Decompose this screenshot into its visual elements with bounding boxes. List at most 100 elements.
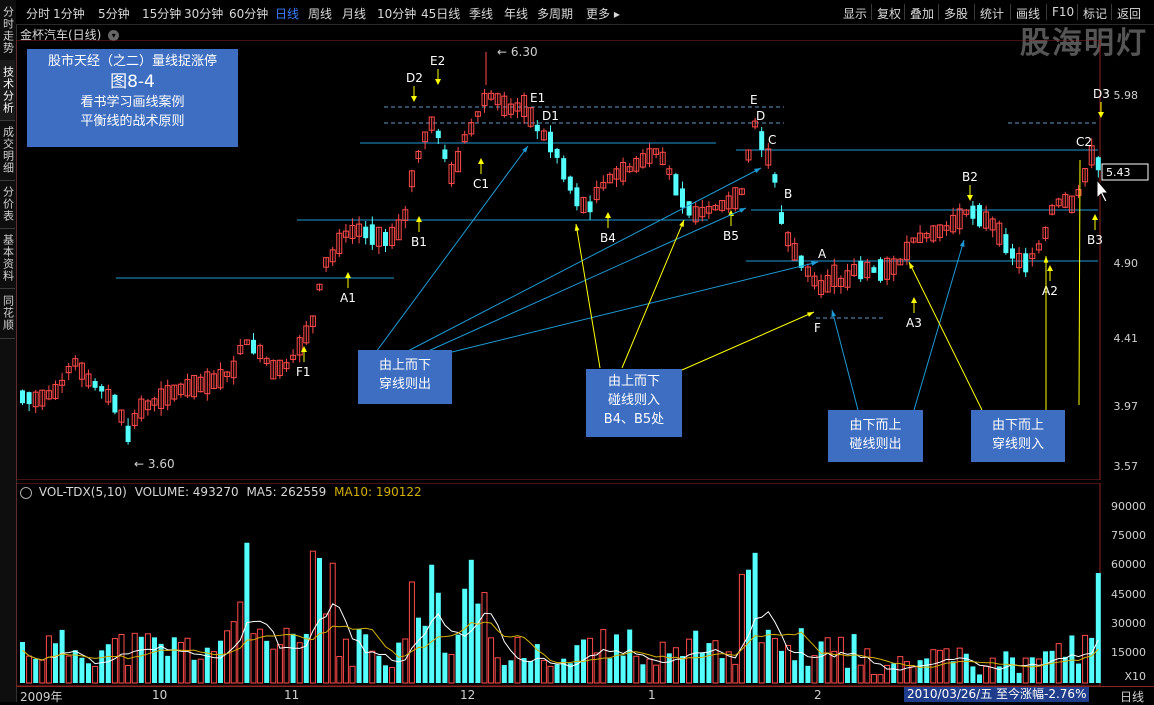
volume-bar <box>99 650 105 683</box>
volume-bar <box>1022 657 1029 684</box>
period-tab-5[interactable]: 60分钟 <box>229 5 268 22</box>
period-tab-8[interactable]: 月线 <box>342 5 366 22</box>
callout-arrow <box>451 261 819 353</box>
point-label-D2: D2 <box>406 71 423 85</box>
volume-bar <box>818 641 824 683</box>
side-tabs: 分时走势 技术分析 成交明细 分价表 基本资料 同花顺 <box>0 0 17 702</box>
volume-bar <box>851 634 857 683</box>
callout-text: 碰线则入 <box>607 393 660 408</box>
x-axis-period-label: 日线 <box>1119 690 1144 704</box>
yellow-arrow-head <box>435 79 441 85</box>
side-tab-2[interactable]: 成交明细 <box>0 120 15 181</box>
volume-bar <box>1035 658 1042 684</box>
tool-button-0[interactable]: 显示 <box>843 5 867 22</box>
volume-bar <box>758 642 765 684</box>
period-tab-12[interactable]: 年线 <box>504 5 528 22</box>
yellow-arrow-head <box>1092 214 1098 220</box>
period-tab-7[interactable]: 周线 <box>308 5 332 22</box>
tool-button-6[interactable]: F10 <box>1052 5 1074 19</box>
side-tab-3[interactable]: 分价表 <box>0 180 15 229</box>
period-tab-0[interactable]: 分时 <box>26 5 50 22</box>
period-tab-3[interactable]: 15分钟 <box>142 5 181 22</box>
yellow-arrow-head <box>345 272 351 278</box>
volume-bar <box>408 581 415 684</box>
callout-cross-down-exit: 由上而下 穿线则出 <box>358 350 452 404</box>
x-axis-label: 10 <box>152 688 168 702</box>
period-tab-4[interactable]: 30分钟 <box>184 5 223 22</box>
volume-bar <box>746 569 751 683</box>
volume-bar <box>171 637 177 683</box>
volume-bar <box>970 666 976 683</box>
period-tab-13[interactable]: 多周期 <box>537 5 573 22</box>
callout-text: 穿线则出 <box>378 377 431 392</box>
volume-axis-label: 60000 <box>1111 558 1146 571</box>
side-tab-1[interactable]: 技术分析 <box>0 60 15 121</box>
volume-bar <box>131 632 138 684</box>
mouse-cursor-icon <box>1096 178 1110 203</box>
volume-bar <box>383 665 388 683</box>
yellow-arrow-head <box>967 195 973 201</box>
tool-button-4[interactable]: 统计 <box>980 5 1004 22</box>
volume-bar <box>547 665 554 684</box>
period-tab-10[interactable]: 45日线 <box>421 5 460 22</box>
volume-bar <box>494 657 501 684</box>
volume-bar <box>468 559 474 683</box>
high-label: ← 6.30 <box>497 45 538 59</box>
point-label-A1: A1 <box>340 291 356 305</box>
volume-bar <box>924 658 930 683</box>
period-tab-11[interactable]: 季线 <box>469 5 493 22</box>
volume-bar <box>356 629 362 683</box>
x-axis-label: 11 <box>284 688 300 702</box>
candle-body <box>977 204 982 227</box>
volume-bar <box>620 655 626 683</box>
volume-bar <box>719 658 725 683</box>
candle-body <box>871 267 877 273</box>
candle-body <box>574 187 580 207</box>
price-axis-label: 4.41 <box>1114 332 1139 345</box>
volume-bar <box>640 664 646 683</box>
side-tab-0[interactable]: 分时走势 <box>0 0 15 61</box>
volume-bar <box>732 663 739 684</box>
tool-button-2[interactable]: 叠加 <box>910 5 934 22</box>
volume-bar <box>540 659 547 684</box>
period-tab-1[interactable]: 1分钟 <box>53 5 85 22</box>
side-tab-4[interactable]: 基本资料 <box>0 228 15 289</box>
volume-bar <box>910 666 917 684</box>
x-axis-label: 2009年 <box>20 690 63 704</box>
period-tab-14[interactable]: 更多 ▸ <box>586 5 620 22</box>
volume-bar <box>765 629 771 683</box>
callout-arrow <box>831 309 859 411</box>
callout-arrow-head <box>739 208 746 213</box>
volume-indicator-name[interactable]: VOL-TDX(5,10) <box>39 485 127 499</box>
volume-bar <box>1010 657 1015 683</box>
chart-title-box: 股市天经（之二）量线捉涨停 图8-4 看书学习画线案例 平衡线的战术原则 <box>27 49 238 147</box>
price-axis-label: 5.98 <box>1114 89 1139 102</box>
volume-bar <box>152 637 157 683</box>
period-tab-9[interactable]: 10分钟 <box>377 5 416 22</box>
tool-button-1[interactable]: 复权 <box>877 5 901 22</box>
callout-cross-up-enter: 由下而上 穿线则入 <box>971 410 1065 462</box>
volume-bar <box>65 655 72 684</box>
volume-axis-label: 75000 <box>1111 529 1146 542</box>
volume-bar <box>376 655 382 683</box>
tool-button-3[interactable]: 多股 <box>944 5 968 22</box>
volume-bar <box>805 665 811 683</box>
callout-arrow-head <box>959 240 965 247</box>
volume-bar <box>39 659 46 684</box>
volume-bar <box>950 661 956 683</box>
period-tab-2[interactable]: 5分钟 <box>98 5 130 22</box>
candle-body <box>554 148 560 158</box>
volume-bar <box>276 644 283 684</box>
ma10-value: MA10: 190122 <box>334 485 422 499</box>
side-tab-5[interactable]: 同花顺 <box>0 288 15 339</box>
candle-body <box>772 174 778 183</box>
period-tab-6[interactable]: 日线 <box>275 5 299 22</box>
callout-arrow <box>681 311 815 371</box>
point-label-D1: D1 <box>542 109 559 123</box>
settings-icon[interactable] <box>20 486 32 499</box>
volume-bar <box>125 665 132 684</box>
volume-bar <box>118 633 125 684</box>
volume-bar <box>270 648 277 684</box>
x-axis-label: 1 <box>648 688 656 702</box>
point-label-C: C <box>768 133 776 147</box>
